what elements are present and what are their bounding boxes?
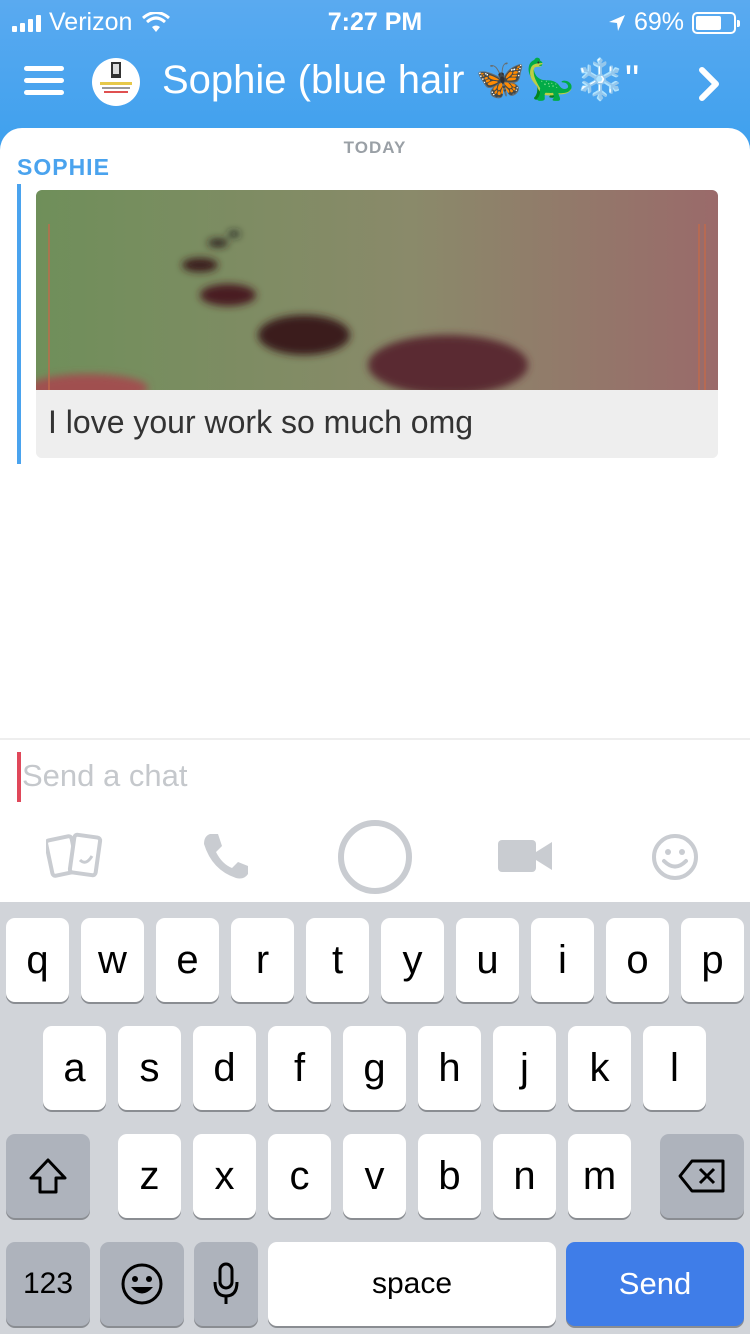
key-q[interactable]: q — [6, 918, 69, 1002]
chat-input[interactable]: Send a chat — [22, 758, 187, 794]
key-f[interactable]: f — [268, 1026, 331, 1110]
numbers-key[interactable]: 123 — [6, 1242, 90, 1326]
emoji-keyboard-key[interactable] — [100, 1242, 184, 1326]
key-s[interactable]: s — [118, 1026, 181, 1110]
shift-icon — [29, 1158, 67, 1194]
key-r[interactable]: r — [231, 918, 294, 1002]
key-z[interactable]: z — [118, 1134, 181, 1218]
capture-icon[interactable] — [336, 818, 414, 896]
key-i[interactable]: i — [531, 918, 594, 1002]
key-x[interactable]: x — [193, 1134, 256, 1218]
delete-icon — [678, 1159, 725, 1193]
text-cursor — [17, 752, 21, 802]
key-o[interactable]: o — [606, 918, 669, 1002]
delete-key[interactable] — [660, 1134, 744, 1218]
key-b[interactable]: b — [418, 1134, 481, 1218]
emoji-keyboard-icon — [121, 1263, 163, 1305]
sender-name: SOPHIE — [17, 154, 110, 180]
key-c[interactable]: c — [268, 1134, 331, 1218]
status-bar: Verizon 7:27 PM 69% — [0, 0, 750, 44]
space-key[interactable]: space — [268, 1242, 556, 1326]
emoji-icon[interactable] — [650, 832, 700, 882]
phone-icon[interactable] — [200, 830, 250, 882]
key-g[interactable]: g — [343, 1026, 406, 1110]
video-icon[interactable] — [498, 838, 554, 874]
shift-key[interactable] — [6, 1134, 90, 1218]
battery-icon — [692, 11, 740, 34]
key-j[interactable]: j — [493, 1026, 556, 1110]
chat-title[interactable]: Sophie (blue hair 🦋🦕❄️" — [162, 56, 682, 103]
memories-icon[interactable] — [46, 832, 104, 880]
keyboard: qwertyuiop asdfghjkl zxcvbnm 123 space S… — [0, 902, 750, 1334]
key-v[interactable]: v — [343, 1134, 406, 1218]
message-caption: I love your work so much omg — [48, 404, 474, 440]
key-a[interactable]: a — [43, 1026, 106, 1110]
key-h[interactable]: h — [418, 1026, 481, 1110]
chevron-right-icon[interactable] — [694, 64, 724, 104]
send-key[interactable]: Send — [566, 1242, 744, 1326]
battery-percent: 69% — [633, 8, 684, 36]
key-n[interactable]: n — [493, 1134, 556, 1218]
date-separator: TODAY — [343, 138, 407, 157]
location-arrow-icon — [608, 14, 625, 31]
key-p[interactable]: p — [681, 918, 744, 1002]
media-message[interactable]: I love your work so much omg — [36, 190, 718, 458]
chat-area: TODAY SOPHIE I love your work so much om… — [0, 128, 750, 740]
caption-box: I love your work so much omg — [36, 390, 718, 458]
key-u[interactable]: u — [456, 918, 519, 1002]
key-t[interactable]: t — [306, 918, 369, 1002]
key-l[interactable]: l — [643, 1026, 706, 1110]
avatar[interactable] — [92, 58, 140, 106]
dictation-key[interactable] — [194, 1242, 258, 1326]
microphone-icon — [213, 1262, 239, 1304]
menu-icon[interactable] — [24, 66, 64, 100]
message-accent-bar — [17, 184, 21, 464]
key-d[interactable]: d — [193, 1026, 256, 1110]
key-y[interactable]: y — [381, 918, 444, 1002]
media-image[interactable] — [36, 190, 718, 390]
key-w[interactable]: w — [81, 918, 144, 1002]
key-k[interactable]: k — [568, 1026, 631, 1110]
key-m[interactable]: m — [568, 1134, 631, 1218]
input-divider — [0, 738, 750, 740]
key-e[interactable]: e — [156, 918, 219, 1002]
chat-toolbar — [0, 812, 750, 902]
